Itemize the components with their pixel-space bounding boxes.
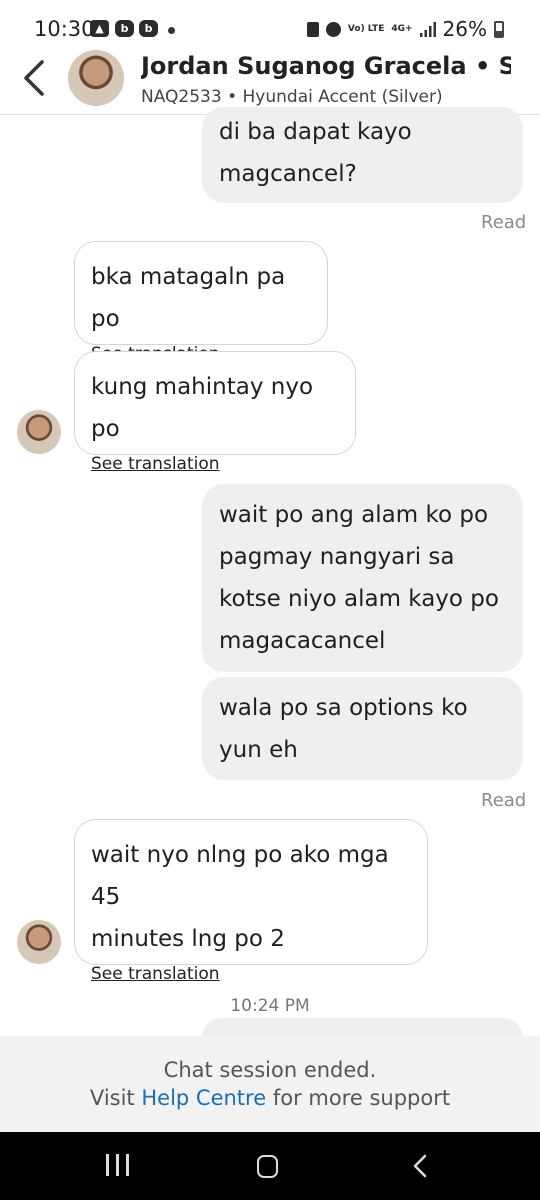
home-icon[interactable] <box>257 1155 278 1178</box>
contact-name: Jordan Suganog Gracela • St... <box>141 52 511 80</box>
sender-avatar <box>17 920 61 964</box>
battery-icon <box>494 20 504 38</box>
chat-header: Jordan Suganog Gracela • St... NAQ2533 •… <box>0 44 540 115</box>
incoming-message[interactable]: bka matagaln pa po See translation <box>74 241 328 364</box>
outgoing-message[interactable]: wala po sa options ko yun eh <box>202 677 523 780</box>
app-notification-icon: b <box>139 20 158 37</box>
see-translation-link[interactable]: See translation <box>91 453 339 475</box>
chat-ended-text: Chat session ended. <box>163 1058 377 1082</box>
outgoing-message[interactable]: di ba dapat kayo magcancel? <box>202 107 523 203</box>
help-centre-link[interactable]: Help Centre <box>141 1086 266 1110</box>
lock-icon <box>306 21 319 37</box>
gallery-icon: ▲ <box>90 20 109 37</box>
system-navigation-bar <box>0 1132 540 1200</box>
back-arrow-icon[interactable] <box>20 56 56 100</box>
incoming-message[interactable]: kung mahintay nyo po See translation <box>74 351 356 474</box>
status-right-icons: Vo) LTE 4G+ 26% <box>306 16 504 42</box>
read-receipt: Read <box>481 790 527 811</box>
signal-icon <box>419 21 436 37</box>
recents-icon[interactable] <box>106 1154 130 1176</box>
incoming-message[interactable]: wait nyo nlng po ako mga 45 minutes lng … <box>74 819 428 984</box>
status-time: 10:30 <box>34 17 95 41</box>
support-text: Visit Help Centre for more support <box>89 1086 451 1110</box>
read-receipt: Read <box>481 212 527 233</box>
nav-back-icon[interactable] <box>411 1153 429 1179</box>
see-translation-link[interactable]: See translation <box>91 963 411 985</box>
more-notifications-dot <box>168 27 175 34</box>
outgoing-message[interactable]: wait po ang alam ko po pagmay nangyari s… <box>202 484 523 672</box>
battery-percent: 26% <box>442 17 487 41</box>
vehicle-info: NAQ2533 • Hyundai Accent (Silver) <box>141 87 443 107</box>
alarm-icon <box>325 21 341 37</box>
4g-icon: 4G+ <box>391 23 413 34</box>
contact-avatar[interactable] <box>68 50 124 106</box>
app-notification-icon: b <box>115 20 134 37</box>
chat-ended-banner: Chat session ended. Visit Help Centre fo… <box>0 1036 540 1132</box>
message-timestamp: 10:24 PM <box>230 996 310 1016</box>
volte-icon: Vo) LTE <box>347 23 385 34</box>
sender-avatar <box>17 410 61 454</box>
